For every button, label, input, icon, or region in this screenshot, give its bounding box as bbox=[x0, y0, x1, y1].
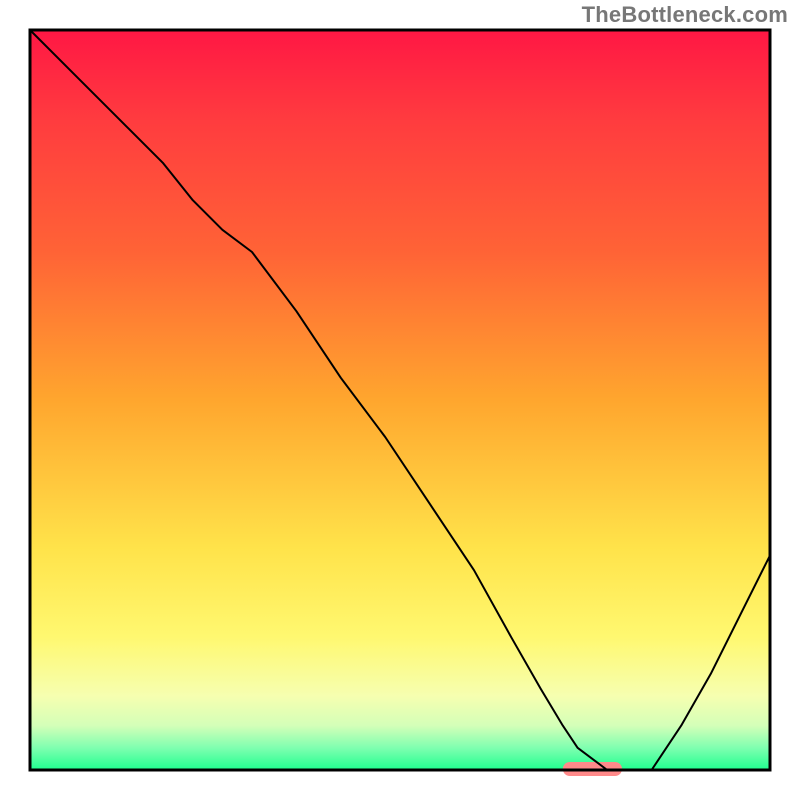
chart-svg bbox=[0, 0, 800, 800]
chart-container: TheBottleneck.com bbox=[0, 0, 800, 800]
watermark-label: TheBottleneck.com bbox=[582, 2, 788, 28]
